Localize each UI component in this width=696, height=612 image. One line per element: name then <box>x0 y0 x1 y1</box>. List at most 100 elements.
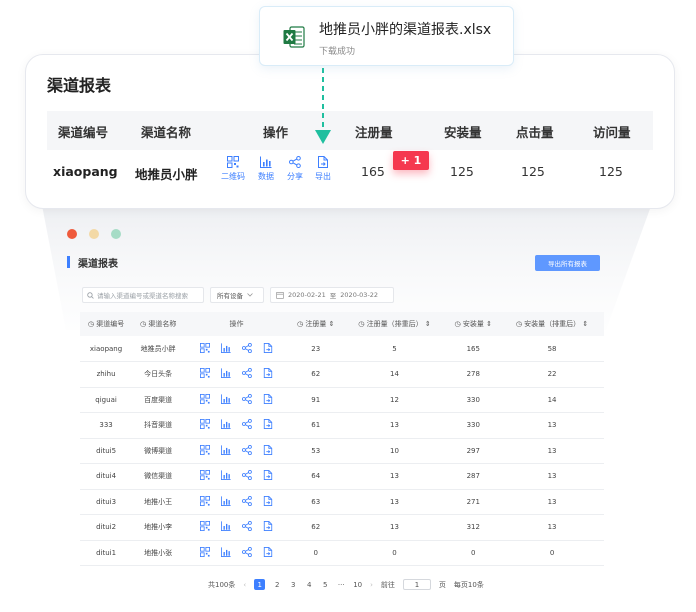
page-3[interactable]: 3 <box>289 581 297 589</box>
bar-chart-icon[interactable] <box>221 419 231 431</box>
export-file-icon[interactable] <box>263 368 273 380</box>
bar-chart-icon[interactable] <box>221 496 231 508</box>
export-label: 导出 <box>315 172 331 181</box>
qrcode-icon[interactable] <box>200 419 211 431</box>
bar-chart-icon[interactable] <box>221 547 231 559</box>
col-header-install-dedup[interactable]: ◷ 安装量（排重后） ⇕ <box>500 312 604 336</box>
cell-install-dedup: 13 <box>500 438 604 464</box>
qrcode-icon[interactable] <box>200 393 211 406</box>
cell-ops <box>184 387 289 413</box>
cell-reg-dedup: 10 <box>342 438 447 464</box>
cell-ops <box>184 438 289 464</box>
share-icon[interactable] <box>242 393 252 406</box>
export-button[interactable]: 导出 <box>315 156 331 182</box>
export-file-icon[interactable] <box>263 521 273 533</box>
page-5[interactable]: 5 <box>321 581 329 589</box>
export-all-button[interactable]: 导出所有报表 <box>535 255 600 271</box>
share-icon[interactable] <box>242 470 252 482</box>
bar-chart-icon[interactable] <box>221 342 231 355</box>
data-button[interactable]: 数据 <box>258 156 274 182</box>
share-icon[interactable] <box>242 368 252 380</box>
export-file-icon[interactable] <box>263 393 273 406</box>
page-2[interactable]: 2 <box>273 581 281 589</box>
share-icon[interactable] <box>242 419 252 431</box>
cell-reg: 0 <box>288 540 343 566</box>
cell-install-dedup: 13 <box>500 514 604 541</box>
prev-page-icon[interactable]: ‹ <box>243 581 246 589</box>
minimize-dot[interactable] <box>89 229 99 239</box>
total-count: 共100条 <box>208 580 236 589</box>
share-icon[interactable] <box>242 521 252 533</box>
table-row: ditui3 地推小王 63 13 271 13 <box>80 489 604 515</box>
qrcode-icon[interactable] <box>200 521 211 533</box>
qrcode-icon[interactable] <box>200 546 211 559</box>
sort-icon[interactable]: ⇕ <box>326 320 335 328</box>
card-header-code: 渠道编号 <box>58 125 109 140</box>
export-file-icon[interactable] <box>263 444 273 457</box>
per-page-select[interactable]: 每页10条 <box>454 580 484 590</box>
page-4[interactable]: 4 <box>305 581 313 589</box>
qrcode-icon[interactable] <box>200 368 211 380</box>
goto-page-input[interactable]: 1 <box>402 579 431 590</box>
export-file-icon[interactable] <box>263 470 273 482</box>
share-label: 分享 <box>287 172 303 181</box>
data-label: 数据 <box>258 172 274 181</box>
qrcode-button[interactable]: 二维码 <box>221 156 245 182</box>
clock-icon: ◷ <box>358 320 367 328</box>
cell-install-dedup: 0 <box>500 540 604 566</box>
page-1[interactable]: 1 <box>254 579 266 590</box>
close-dot[interactable] <box>67 229 77 239</box>
card-header-install: 安装量 <box>444 125 482 140</box>
cell-code: ditui3 <box>80 489 133 515</box>
col-header-install[interactable]: ◷ 安装量 ⇕ <box>446 312 501 336</box>
cell-ops <box>184 361 289 388</box>
maximize-dot[interactable] <box>111 229 121 239</box>
device-select[interactable]: 所有设备 <box>210 287 264 303</box>
cell-code: zhihu <box>80 361 133 388</box>
qrcode-icon[interactable] <box>200 495 211 508</box>
share-icon[interactable] <box>242 342 252 355</box>
col-header-reg-dedup[interactable]: ◷ 注册量（排重后） ⇕ <box>342 312 447 336</box>
share-icon[interactable] <box>242 546 252 559</box>
table-row: xiaopang 地推员小胖 23 5 165 58 <box>80 336 604 362</box>
clock-icon: ◷ <box>515 320 525 328</box>
col-header-code[interactable]: ◷ 渠道编号 <box>80 312 133 336</box>
card-installs: 125 <box>450 164 474 179</box>
export-file-icon[interactable] <box>263 419 273 431</box>
sort-icon[interactable]: ⇕ <box>580 320 588 328</box>
export-file-icon[interactable] <box>263 495 273 508</box>
date-range-picker[interactable]: 2020-02-21 至 2020-03-22 <box>270 287 394 303</box>
bar-chart-icon[interactable] <box>221 470 231 482</box>
bar-chart-icon[interactable] <box>221 394 231 406</box>
table-row: ditui2 地推小李 62 13 312 13 <box>80 514 604 541</box>
cell-name: 百度渠道 <box>132 387 185 413</box>
export-file-icon[interactable] <box>263 546 273 559</box>
share-icon[interactable] <box>242 444 252 457</box>
search-placeholder: 请输入渠道编号或渠道名称搜索 <box>97 292 188 300</box>
qrcode-icon[interactable] <box>200 470 211 482</box>
cell-reg-dedup: 13 <box>342 489 447 515</box>
export-file-icon[interactable] <box>263 342 273 355</box>
cell-name: 微博渠道 <box>132 438 185 464</box>
bar-chart-icon[interactable] <box>221 521 231 533</box>
qrcode-icon[interactable] <box>200 444 211 457</box>
card-header-clicks: 点击量 <box>516 125 554 140</box>
bar-chart-icon[interactable] <box>221 368 231 380</box>
page-10[interactable]: 10 <box>353 581 362 589</box>
col-header-name[interactable]: ◷ 渠道名称 <box>132 312 185 336</box>
sort-icon[interactable]: ⇕ <box>423 320 431 328</box>
col-header-reg[interactable]: ◷ 注册量 ⇕ <box>288 312 343 336</box>
search-input[interactable]: 请输入渠道编号或渠道名称搜索 <box>82 287 204 303</box>
sort-icon[interactable]: ⇕ <box>484 320 492 328</box>
share-icon <box>289 156 301 168</box>
cell-reg: 61 <box>288 412 343 439</box>
card-header-reg: 注册量 <box>355 125 393 140</box>
cell-code: ditui5 <box>80 438 133 464</box>
next-page-icon[interactable]: › <box>370 581 373 589</box>
share-button[interactable]: 分享 <box>287 156 303 182</box>
bar-chart-icon[interactable] <box>221 445 231 457</box>
qrcode-icon[interactable] <box>200 342 211 355</box>
share-icon[interactable] <box>242 495 252 508</box>
page-ellipsis[interactable]: ··· <box>337 581 345 589</box>
date-end: 2020-03-22 <box>340 291 379 299</box>
